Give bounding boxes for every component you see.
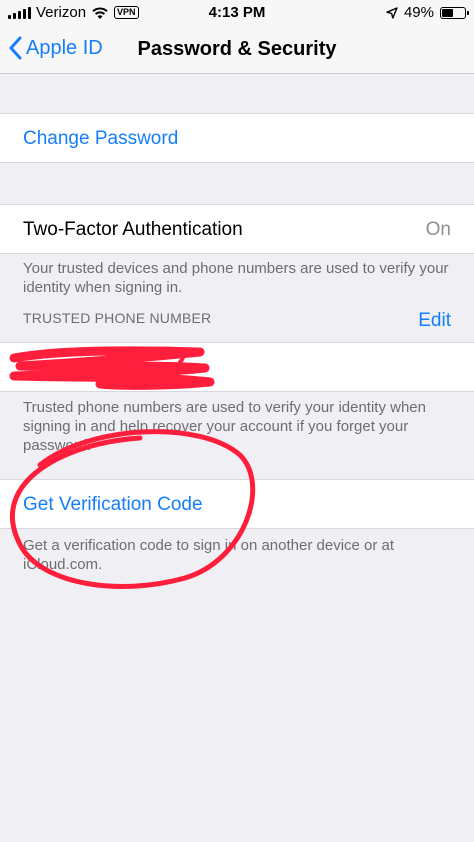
- navigation-bar: Apple ID Password & Security: [0, 26, 474, 74]
- location-arrow-icon: [386, 6, 398, 19]
- get-verification-code-cell[interactable]: Get Verification Code: [0, 479, 474, 529]
- status-right: 49%: [386, 4, 469, 21]
- status-bar: Verizon VPN 4:13 PM 49%: [0, 0, 474, 26]
- two-factor-cell: Two-Factor Authentication On: [0, 204, 474, 254]
- battery-percent: 49%: [403, 4, 434, 21]
- page-title: Password & Security: [137, 38, 337, 60]
- verification-footer: Get a verification code to sign in on an…: [23, 537, 395, 573]
- get-verification-code-label: Get Verification Code: [23, 494, 203, 515]
- two-factor-footer: Your trusted devices and phone numbers a…: [23, 260, 449, 296]
- edit-button[interactable]: Edit: [418, 310, 451, 332]
- trusted-phone-cell[interactable]: [0, 342, 474, 392]
- trusted-phone-header: TRUSTED PHONE NUMBER: [23, 310, 212, 326]
- trusted-phone-footer: Trusted phone numbers are used to verify…: [23, 399, 426, 454]
- two-factor-label: Two-Factor Authentication: [23, 219, 243, 240]
- battery-fill: [442, 8, 453, 17]
- two-factor-status: On: [425, 219, 451, 240]
- change-password-label: Change Password: [23, 128, 179, 149]
- battery-icon: [440, 6, 469, 19]
- change-password-cell[interactable]: Change Password: [0, 113, 474, 163]
